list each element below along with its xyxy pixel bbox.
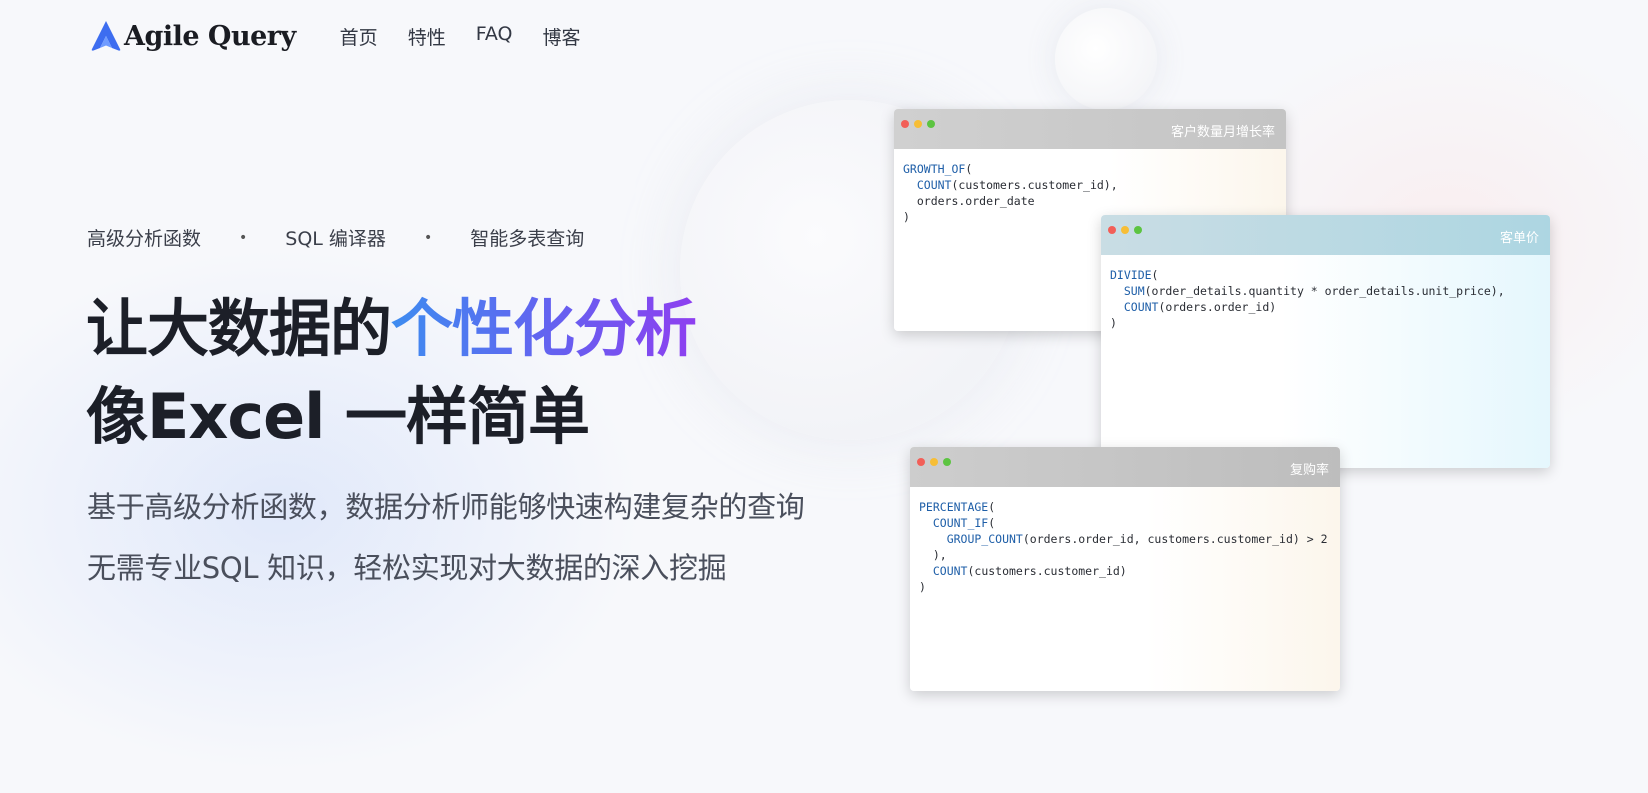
- close-dot-icon: [917, 458, 925, 466]
- window-controls: [901, 120, 940, 128]
- card-body: DIVIDE( SUM(order_details.quantity * ord…: [1101, 255, 1550, 468]
- window-controls: [1108, 226, 1147, 234]
- window-controls: [917, 458, 956, 466]
- card-title: 复购率: [1289, 463, 1329, 478]
- nav-item-blog[interactable]: 博客: [543, 23, 581, 50]
- close-dot-icon: [1108, 226, 1116, 234]
- code-block: PERCENTAGE( COUNT_IF( GROUP_COUNT(orders…: [910, 487, 1340, 607]
- code-block: DIVIDE( SUM(order_details.quantity * ord…: [1101, 255, 1550, 343]
- code-line: COUNT(customers.customer_id): [919, 564, 1127, 578]
- card-titlebar: 客单价: [1101, 215, 1550, 255]
- feature-separator: •: [239, 229, 248, 246]
- minimize-dot-icon: [930, 458, 938, 466]
- feature-separator: •: [423, 229, 433, 246]
- code-line: ): [919, 580, 926, 594]
- nav-item-features[interactable]: 特性: [408, 23, 446, 50]
- hero-headline-gradient: 个性化分析: [391, 292, 697, 365]
- code-line: COUNT_IF(: [919, 516, 996, 530]
- code-line: ): [1110, 316, 1117, 330]
- hero-headline-line2: 像Excel 一样简单: [86, 380, 590, 453]
- nav-item-faq[interactable]: FAQ: [476, 23, 513, 50]
- feature-item: 智能多表查询: [470, 228, 585, 250]
- code-card-average-order-value: 客单价 DIVIDE( SUM(order_details.quantity *…: [1101, 215, 1550, 468]
- card-titlebar: 复购率: [910, 447, 1340, 487]
- brand-name: Agile Query: [124, 20, 296, 52]
- card-body: PERCENTAGE( COUNT_IF( GROUP_COUNT(orders…: [910, 487, 1340, 691]
- hero-headline-line1: 让大数据的个性化分析: [86, 278, 697, 368]
- maximize-dot-icon: [927, 120, 935, 128]
- feature-item: SQL 编译器: [285, 228, 386, 250]
- code-line: SUM(order_details.quantity * order_detai…: [1110, 284, 1505, 298]
- code-line: GROWTH_OF(: [903, 162, 973, 176]
- hero-subtitle-line2: 无需专业SQL 知识，轻松实现对大数据的深入挖掘: [87, 551, 727, 585]
- code-line: PERCENTAGE(: [919, 500, 996, 514]
- feature-item: 高级分析函数: [87, 228, 202, 250]
- hero-headline-plain: 让大数据的: [86, 292, 392, 365]
- card-title: 客单价: [1499, 231, 1539, 246]
- code-line: COUNT(orders.order_id): [1110, 300, 1277, 314]
- minimize-dot-icon: [1121, 226, 1129, 234]
- hero-subtitle-line1: 基于高级分析函数，数据分析师能够快速构建复杂的查询: [87, 490, 805, 524]
- code-line: DIVIDE(: [1110, 268, 1159, 282]
- decorative-circle-small: [1055, 8, 1157, 110]
- card-title: 客户数量月增长率: [1170, 125, 1275, 140]
- maximize-dot-icon: [943, 458, 951, 466]
- minimize-dot-icon: [914, 120, 922, 128]
- brand-logo[interactable]: Agile Query: [90, 19, 296, 53]
- nav-item-home[interactable]: 首页: [340, 23, 378, 50]
- top-nav: Agile Query 首页 特性 FAQ 博客: [90, 16, 611, 56]
- agile-query-logo-icon: [91, 21, 121, 51]
- nav-links: 首页 特性 FAQ 博客: [340, 23, 611, 50]
- code-card-repurchase-rate: 复购率 PERCENTAGE( COUNT_IF( GROUP_COUNT(or…: [910, 447, 1340, 691]
- code-line: ),: [919, 548, 947, 562]
- code-line: COUNT(customers.customer_id),: [903, 178, 1118, 192]
- code-line: GROUP_COUNT(orders.order_id, customers.c…: [919, 532, 1328, 546]
- card-titlebar: 客户数量月增长率: [894, 109, 1286, 149]
- maximize-dot-icon: [1134, 226, 1142, 234]
- feature-list: 高级分析函数 • SQL 编译器 • 智能多表查询: [87, 224, 584, 251]
- code-line: orders.order_date: [903, 194, 1035, 208]
- close-dot-icon: [901, 120, 909, 128]
